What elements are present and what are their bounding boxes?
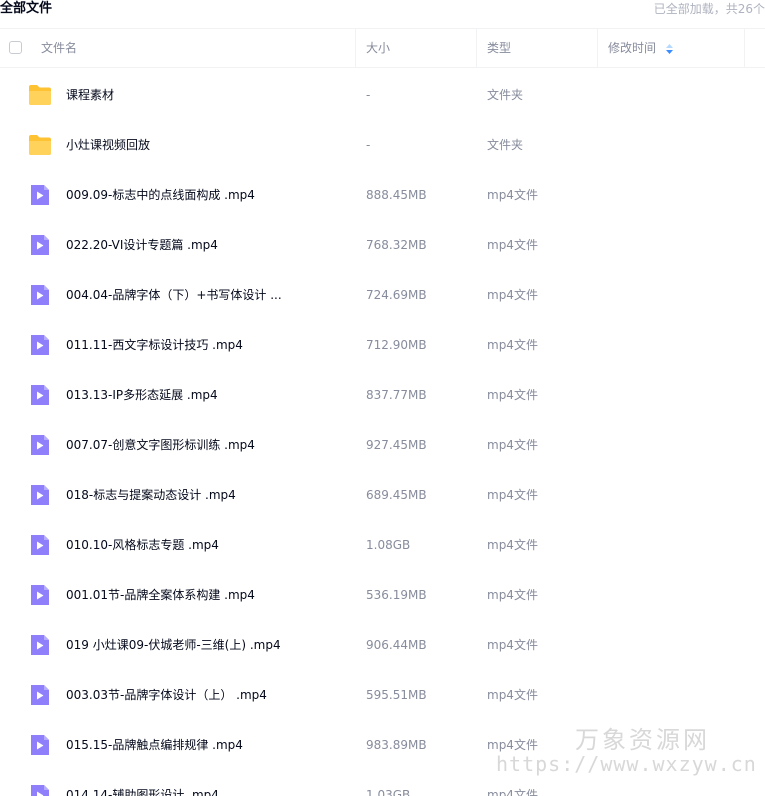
file-size: 906.44MB — [366, 638, 427, 652]
file-type: mp4文件 — [487, 788, 538, 796]
file-size: 595.51MB — [366, 688, 427, 702]
table-row[interactable]: 010.10-风格标志专题 .mp4 1.08GB mp4文件 — [0, 520, 765, 570]
column-divider — [476, 29, 477, 68]
file-name[interactable]: 019 小灶课09-伏城老师-三维(上) .mp4 — [66, 620, 281, 670]
file-type: mp4文件 — [487, 688, 538, 702]
file-size: 927.45MB — [366, 438, 427, 452]
file-size: - — [366, 138, 371, 152]
file-name[interactable]: 011.11-西文字标设计技巧 .mp4 — [66, 320, 243, 370]
video-file-icon — [28, 234, 52, 256]
table-row[interactable]: 小灶课视频回放 - 文件夹 — [0, 120, 765, 170]
column-header-size[interactable]: 大小 — [366, 29, 390, 68]
file-name[interactable]: 013.13-IP多形态延展 .mp4 — [66, 370, 218, 420]
file-name[interactable]: 课程素材 — [66, 70, 114, 120]
column-header-type[interactable]: 类型 — [487, 29, 511, 68]
table-row[interactable]: 课程素材 - 文件夹 — [0, 70, 765, 120]
file-name[interactable]: 014.14-辅助图形设计 .mp4 — [66, 770, 219, 796]
file-name[interactable]: 009.09-标志中的点线面构成 .mp4 — [66, 170, 255, 220]
folder-icon — [28, 84, 52, 106]
video-file-icon — [28, 684, 52, 706]
file-name[interactable]: 015.15-品牌触点编排规律 .mp4 — [66, 720, 243, 770]
video-file-icon — [28, 384, 52, 406]
file-size: 689.45MB — [366, 488, 427, 502]
file-size: 983.89MB — [366, 738, 427, 752]
table-row[interactable]: 004.04-品牌字体（下）+书写体设计 ... 724.69MB mp4文件 — [0, 270, 765, 320]
table-row[interactable]: 015.15-品牌触点编排规律 .mp4 983.89MB mp4文件 — [0, 720, 765, 770]
file-type: mp4文件 — [487, 488, 538, 502]
file-type: mp4文件 — [487, 338, 538, 352]
table-header: 文件名 大小 类型 修改时间 — [0, 28, 765, 68]
video-file-icon — [28, 784, 52, 796]
table-row[interactable]: 011.11-西文字标设计技巧 .mp4 712.90MB mp4文件 — [0, 320, 765, 370]
video-file-icon — [28, 734, 52, 756]
file-name[interactable]: 小灶课视频回放 — [66, 120, 150, 170]
file-type: mp4文件 — [487, 588, 538, 602]
video-file-icon — [28, 284, 52, 306]
file-name[interactable]: 007.07-创意文字图形标训练 .mp4 — [66, 420, 255, 470]
file-name[interactable]: 004.04-品牌字体（下）+书写体设计 ... — [66, 270, 282, 320]
file-type: 文件夹 — [487, 88, 524, 102]
column-divider — [597, 29, 598, 68]
video-file-icon — [28, 584, 52, 606]
table-row[interactable]: 007.07-创意文字图形标训练 .mp4 927.45MB mp4文件 — [0, 420, 765, 470]
select-all-checkbox[interactable] — [9, 41, 22, 54]
file-type: mp4文件 — [487, 738, 538, 752]
file-size: - — [366, 88, 371, 102]
file-type: mp4文件 — [487, 388, 538, 402]
column-header-modified-label: 修改时间 — [608, 41, 657, 55]
file-name[interactable]: 001.01节-品牌全案体系构建 .mp4 — [66, 570, 255, 620]
video-file-icon — [28, 184, 52, 206]
sort-icon[interactable] — [665, 43, 673, 54]
file-name[interactable]: 003.03节-品牌字体设计（上） .mp4 — [66, 670, 267, 720]
file-size: 768.32MB — [366, 238, 427, 252]
column-header-modified[interactable]: 修改时间 — [608, 29, 673, 68]
file-name[interactable]: 018-标志与提案动态设计 .mp4 — [66, 470, 236, 520]
file-type: mp4文件 — [487, 438, 538, 452]
table-row[interactable]: 018-标志与提案动态设计 .mp4 689.45MB mp4文件 — [0, 470, 765, 520]
file-name[interactable]: 010.10-风格标志专题 .mp4 — [66, 520, 219, 570]
column-divider — [355, 29, 356, 68]
file-size: 536.19MB — [366, 588, 427, 602]
column-header-name[interactable]: 文件名 — [41, 29, 77, 68]
table-row[interactable]: 003.03节-品牌字体设计（上） .mp4 595.51MB mp4文件 — [0, 670, 765, 720]
file-type: mp4文件 — [487, 288, 538, 302]
file-type: mp4文件 — [487, 188, 538, 202]
column-divider — [744, 29, 745, 68]
table-row[interactable]: 009.09-标志中的点线面构成 .mp4 888.45MB mp4文件 — [0, 170, 765, 220]
table-row[interactable]: 014.14-辅助图形设计 .mp4 1.03GB mp4文件 — [0, 770, 765, 796]
file-size: 1.08GB — [366, 538, 411, 552]
table-row[interactable]: 019 小灶课09-伏城老师-三维(上) .mp4 906.44MB mp4文件 — [0, 620, 765, 670]
topbar: 全部文件 已全部加载，共26个 — [0, 0, 765, 26]
load-status: 已全部加载，共26个 — [653, 2, 765, 16]
file-size: 724.69MB — [366, 288, 427, 302]
video-file-icon — [28, 434, 52, 456]
file-list-page: 全部文件 已全部加载，共26个 文件名 大小 类型 修改时间 课程素材 - 文件夹小… — [0, 0, 765, 796]
file-type: mp4文件 — [487, 238, 538, 252]
file-size: 888.45MB — [366, 188, 427, 202]
table-row[interactable]: 001.01节-品牌全案体系构建 .mp4 536.19MB mp4文件 — [0, 570, 765, 620]
table-row[interactable]: 022.20-VI设计专题篇 .mp4 768.32MB mp4文件 — [0, 220, 765, 270]
file-size: 837.77MB — [366, 388, 427, 402]
file-size: 712.90MB — [366, 338, 427, 352]
page-title: 全部文件 — [0, 1, 53, 16]
folder-icon — [28, 134, 52, 156]
table-row[interactable]: 013.13-IP多形态延展 .mp4 837.77MB mp4文件 — [0, 370, 765, 420]
file-size: 1.03GB — [366, 788, 411, 796]
file-type: 文件夹 — [487, 138, 524, 152]
file-type: mp4文件 — [487, 538, 538, 552]
file-name[interactable]: 022.20-VI设计专题篇 .mp4 — [66, 220, 218, 270]
video-file-icon — [28, 484, 52, 506]
video-file-icon — [28, 534, 52, 556]
file-type: mp4文件 — [487, 638, 538, 652]
video-file-icon — [28, 334, 52, 356]
video-file-icon — [28, 634, 52, 656]
